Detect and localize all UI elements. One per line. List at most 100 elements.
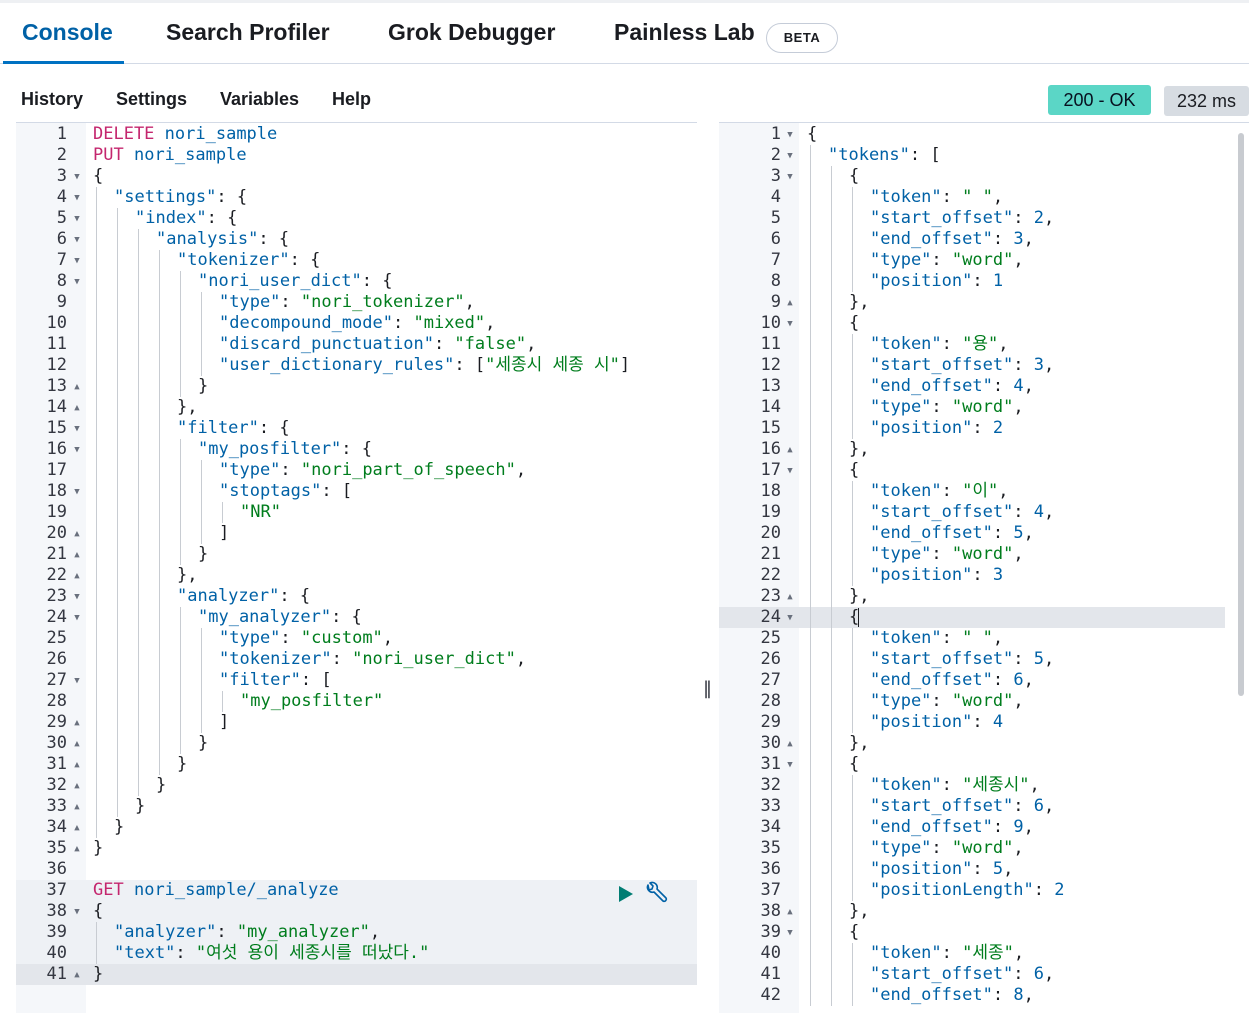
indent-guide — [96, 481, 97, 502]
code-line: "analysis": { — [156, 229, 289, 250]
fold-expand-icon[interactable]: ▲ — [71, 965, 83, 986]
line-number: 16 — [46, 439, 67, 459]
code-token: "index" — [135, 208, 207, 228]
tab-painless-lab[interactable]: Painless Lab — [614, 19, 755, 46]
fold-collapse-icon[interactable]: ▼ — [71, 188, 83, 209]
fold-expand-icon[interactable]: ▲ — [784, 440, 796, 461]
code-token: }, — [849, 733, 870, 753]
line-number: 25 — [760, 628, 781, 648]
indent-guide — [831, 229, 832, 250]
code-token: , — [1044, 355, 1055, 375]
fold-collapse-icon[interactable]: ▼ — [784, 608, 796, 629]
code-token: : { — [341, 439, 373, 459]
indent-guide — [810, 460, 811, 481]
code-token: "type" — [870, 250, 932, 270]
fold-collapse-icon[interactable]: ▼ — [71, 230, 83, 251]
indent-guide — [159, 481, 160, 502]
fold-collapse-icon[interactable]: ▼ — [71, 251, 83, 272]
fold-collapse-icon[interactable]: ▼ — [71, 608, 83, 629]
indent-guide — [138, 439, 139, 460]
fold-collapse-icon[interactable]: ▼ — [71, 209, 83, 230]
fold-expand-icon[interactable]: ▲ — [71, 566, 83, 587]
line-number: 30 — [760, 733, 781, 753]
code-token: , — [1013, 838, 1024, 858]
code-token: "start_offset" — [870, 964, 1014, 984]
code-token: : — [941, 334, 963, 354]
indent-guide — [180, 502, 181, 523]
fold-expand-icon[interactable]: ▲ — [784, 902, 796, 923]
fold-expand-icon[interactable]: ▲ — [784, 293, 796, 314]
fold-collapse-icon[interactable]: ▼ — [71, 440, 83, 461]
line-number: 21 — [46, 544, 67, 564]
fold-collapse-icon[interactable]: ▼ — [71, 671, 83, 692]
code-line: "end_offset": 5, — [870, 523, 1034, 544]
fold-collapse-icon[interactable]: ▼ — [784, 167, 796, 188]
fold-expand-icon[interactable]: ▲ — [71, 713, 83, 734]
tab-search-profiler[interactable]: Search Profiler — [166, 19, 330, 46]
fold-expand-icon[interactable]: ▲ — [71, 377, 83, 398]
fold-expand-icon[interactable]: ▲ — [71, 839, 83, 860]
fold-expand-icon[interactable]: ▲ — [71, 797, 83, 818]
code-token: 8 — [1013, 985, 1024, 1005]
fold-collapse-icon[interactable]: ▼ — [71, 419, 83, 440]
indent-guide — [117, 313, 118, 334]
fold-expand-icon[interactable]: ▲ — [71, 545, 83, 566]
fold-collapse-icon[interactable]: ▼ — [71, 167, 83, 188]
fold-expand-icon[interactable]: ▲ — [71, 755, 83, 776]
line-number: 20 — [46, 523, 67, 543]
indent-guide — [96, 922, 97, 943]
play-icon[interactable] — [617, 884, 635, 904]
fold-collapse-icon[interactable]: ▼ — [784, 755, 796, 776]
line-number: 3 — [770, 166, 781, 186]
help-button[interactable]: Help — [332, 89, 371, 110]
response-scrollbar[interactable] — [1238, 133, 1244, 696]
indent-guide — [852, 229, 853, 250]
line-number: 7 — [770, 250, 781, 270]
fold-collapse-icon[interactable]: ▼ — [71, 902, 83, 923]
fold-expand-icon[interactable]: ▲ — [71, 524, 83, 545]
fold-collapse-icon[interactable]: ▼ — [784, 923, 796, 944]
indent-guide — [159, 502, 160, 523]
fold-collapse-icon[interactable]: ▼ — [71, 587, 83, 608]
settings-button[interactable]: Settings — [116, 89, 187, 110]
code-token: "analysis" — [156, 229, 259, 249]
resize-handle-icon[interactable]: ‖ — [703, 678, 712, 699]
fold-collapse-icon[interactable]: ▼ — [71, 272, 83, 293]
tab-grok-debugger[interactable]: Grok Debugger — [388, 19, 555, 46]
fold-expand-icon[interactable]: ▲ — [784, 734, 796, 755]
line-number: 31 — [46, 754, 67, 774]
indent-guide — [159, 670, 160, 691]
indent-guide — [831, 187, 832, 208]
fold-collapse-icon[interactable]: ▼ — [71, 482, 83, 503]
fold-expand-icon[interactable]: ▲ — [784, 587, 796, 608]
code-line: "settings": { — [114, 187, 247, 208]
line-number: 11 — [760, 334, 781, 354]
indent-guide — [117, 754, 118, 775]
code-token: nori_sample/_analyze — [133, 880, 339, 900]
history-button[interactable]: History — [21, 89, 83, 110]
code-token: ] — [219, 523, 230, 543]
code-token: , — [369, 922, 381, 942]
fold-expand-icon[interactable]: ▲ — [71, 734, 83, 755]
indent-guide — [96, 523, 97, 544]
indent-guide — [180, 460, 181, 481]
fold-expand-icon[interactable]: ▲ — [71, 818, 83, 839]
fold-collapse-icon[interactable]: ▼ — [784, 146, 796, 167]
indent-guide — [180, 523, 181, 544]
indent-guide — [201, 691, 202, 712]
code-token: 5 — [992, 859, 1004, 879]
fold-expand-icon[interactable]: ▲ — [71, 398, 83, 419]
indent-guide — [159, 313, 160, 334]
code-line: } — [135, 796, 145, 817]
code-token: 6 — [1033, 964, 1045, 984]
fold-expand-icon[interactable]: ▲ — [71, 776, 83, 797]
code-token: }, — [849, 586, 870, 606]
tab-console[interactable]: Console — [22, 19, 113, 46]
fold-collapse-icon[interactable]: ▼ — [784, 125, 796, 146]
code-token: "tokens" — [828, 145, 910, 165]
variables-button[interactable]: Variables — [220, 89, 299, 110]
fold-collapse-icon[interactable]: ▼ — [784, 461, 796, 482]
line-number: 9 — [770, 292, 781, 312]
fold-collapse-icon[interactable]: ▼ — [784, 314, 796, 335]
wrench-icon[interactable] — [643, 881, 669, 907]
